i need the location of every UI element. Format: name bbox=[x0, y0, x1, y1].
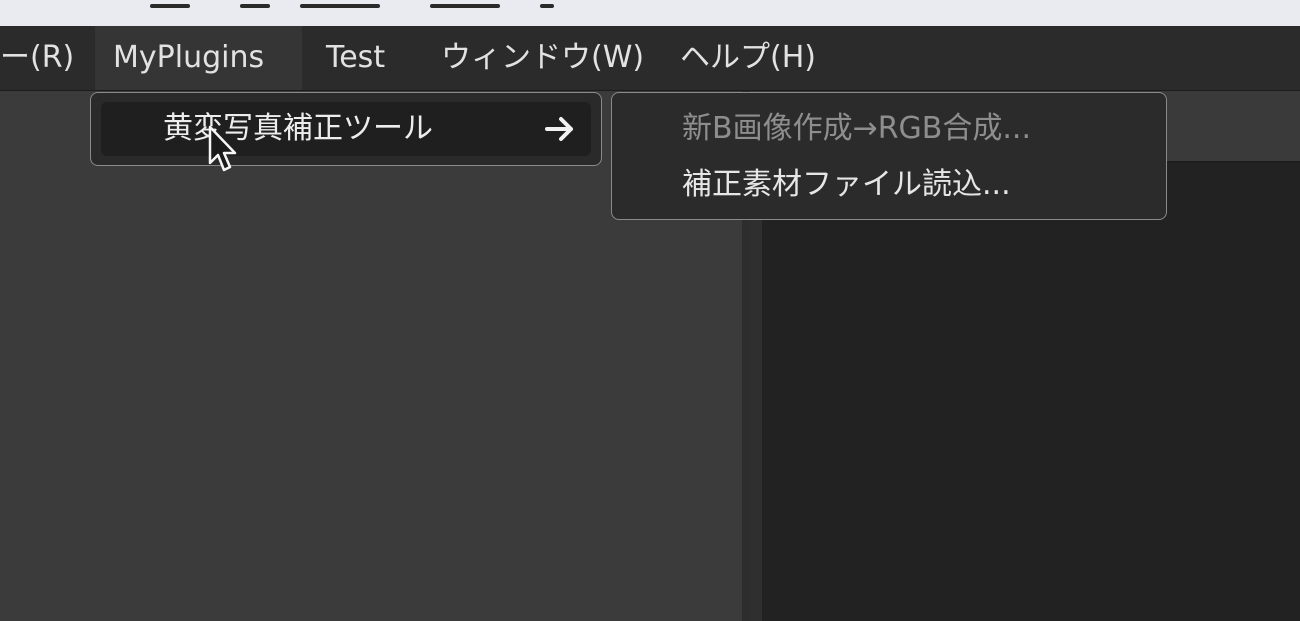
myplugins-dropdown: 黄変写真補正ツール bbox=[90, 92, 602, 166]
canvas-area bbox=[762, 163, 1300, 621]
dropdown-item-yellowing-photo-tool[interactable]: 黄変写真補正ツール bbox=[101, 102, 591, 156]
menu-item-myplugins[interactable]: MyPlugins bbox=[95, 26, 302, 90]
submenu-item-new-b-image[interactable]: 新B画像作成→RGB合成... bbox=[682, 103, 1031, 155]
yellowing-tool-submenu: 新B画像作成→RGB合成... 補正素材ファイル読込... bbox=[611, 92, 1167, 220]
dropdown-item-label: 黄変写真補正ツール bbox=[163, 111, 433, 146]
title-text-clipped bbox=[0, 0, 570, 14]
title-bar bbox=[0, 0, 1300, 26]
menu-item-window[interactable]: ウィンドウ(W) bbox=[423, 26, 662, 90]
menu-bar: ー(R) MyPlugins Test ウィンドウ(W) ヘルプ(H) bbox=[0, 26, 1300, 91]
menu-item-help[interactable]: ヘルプ(H) bbox=[662, 26, 834, 90]
arrow-right-icon bbox=[541, 112, 581, 146]
menu-item-test[interactable]: Test bbox=[308, 26, 403, 90]
submenu-item-load-correction-file[interactable]: 補正素材ファイル読込... bbox=[682, 159, 1011, 211]
app-window: ー(R) MyPlugins Test ウィンドウ(W) ヘルプ(H) 黄変写真… bbox=[0, 0, 1300, 621]
menu-item-r[interactable]: ー(R) bbox=[0, 26, 92, 90]
mouse-pointer-icon bbox=[207, 125, 241, 175]
